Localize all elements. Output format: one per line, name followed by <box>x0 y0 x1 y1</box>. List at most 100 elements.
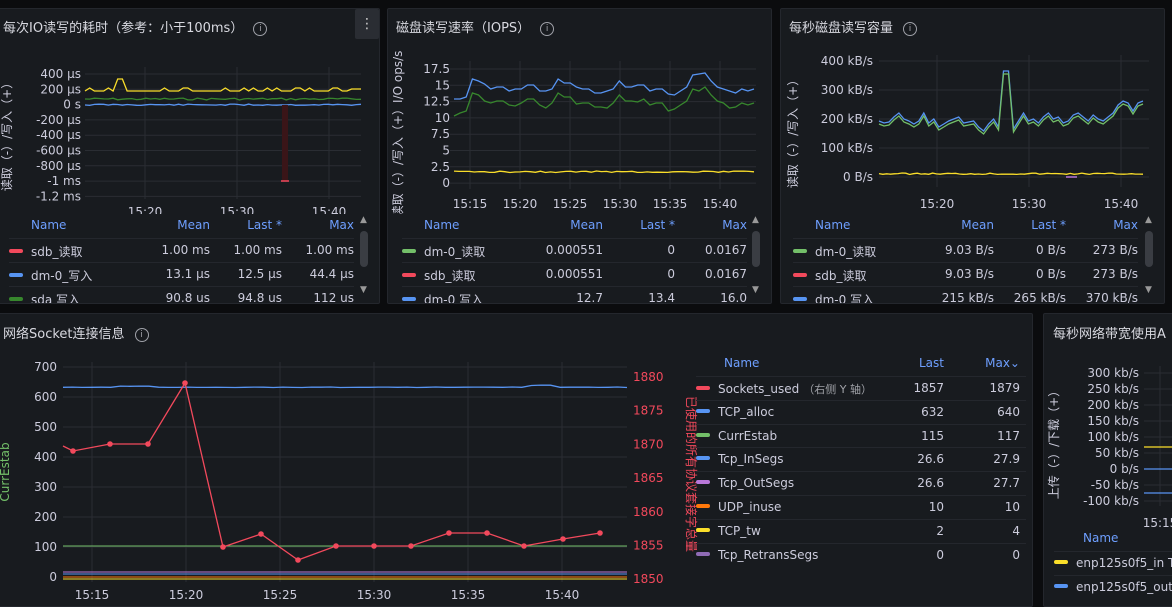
legend-header-mean[interactable]: Mean <box>961 218 994 232</box>
legend-disk-throughput: Name Mean Last * Max dm-0_读取 9.03 B/s 0 B/s 273… <box>793 214 1138 304</box>
legend-name: sdb_读取 <box>793 267 867 284</box>
legend-last: 632 <box>921 404 944 419</box>
scrollbar[interactable] <box>1145 231 1153 267</box>
x-tick-label: 15:40 <box>1104 197 1139 211</box>
legend-header-last[interactable]: Last * <box>640 218 675 232</box>
legend-header-max[interactable]: Max <box>329 218 354 232</box>
scrollbar[interactable] <box>752 231 760 267</box>
legend-row[interactable]: Sockets_used （右侧 Y 轴） 1857 1879 <box>696 376 1026 400</box>
legend-name: dm-0 写入 <box>793 291 874 303</box>
data-point <box>371 543 377 549</box>
data-point <box>597 530 603 536</box>
x-tick-label: 15:30 <box>357 588 392 602</box>
legend-name: dm-0_读取 <box>793 243 876 260</box>
legend-row[interactable]: Tcp_InSegs 26.6 27.9 <box>696 447 1026 471</box>
legend-row[interactable]: Tcp_RetransSegs 0 0 <box>696 542 1026 567</box>
legend-header: Name Mean Last * Max <box>402 214 747 236</box>
y-tick-label: 500 <box>34 420 57 434</box>
legend-header-last[interactable]: Last * <box>247 218 282 232</box>
legend-row[interactable]: CurrEstab 115 117 <box>696 423 1026 448</box>
legend-row[interactable]: sdb_读取 0.000551 0 0.0167 <box>402 261 747 286</box>
legend-row[interactable]: sdb_读取 9.03 B/s 0 B/s 273 B/s <box>793 261 1138 286</box>
scrollbar[interactable] <box>360 231 368 267</box>
y-tick-label: -1.2 ms <box>36 189 81 203</box>
scroll-down-icon[interactable]: ▼ <box>360 285 367 295</box>
legend-max: 640 <box>997 404 1020 419</box>
scroll-down-icon[interactable]: ▼ <box>1145 285 1152 295</box>
legend-row[interactable]: dm-0 写入 215 kB/s 265 kB/s 370 kB/s <box>793 285 1138 304</box>
legend-socket-info: Name Last Max⌄ Sockets_used （右侧 Y 轴） 1857 1879… <box>696 352 1026 606</box>
legend-header-last[interactable]: Last * <box>1031 218 1066 232</box>
legend-last: 0 <box>667 266 675 281</box>
y-tick-label: 100 kb/s <box>1087 430 1139 444</box>
legend-header-max[interactable]: Max <box>722 218 747 232</box>
legend-swatch <box>1054 583 1068 588</box>
legend-header-mean[interactable]: Mean <box>570 218 603 232</box>
x-tick-label: 15:25 <box>263 588 298 602</box>
scroll-up-icon[interactable]: ▲ <box>1145 215 1152 225</box>
legend-header-max[interactable]: Max⌄ <box>985 356 1020 370</box>
y-tick-label: -800 µs <box>36 159 81 173</box>
legend-mean: 1.00 ms <box>161 243 210 257</box>
legend-name: Tcp_OutSegs <box>696 476 794 490</box>
legend-swatch <box>696 480 710 485</box>
legend-header-name[interactable]: Name <box>31 218 66 232</box>
y-tick-label: 200 kb/s <box>1087 398 1139 412</box>
y-tick-label: 100 <box>34 540 57 554</box>
y-tick-label: 300 kB/s <box>821 83 873 97</box>
legend-mean: 215 kB/s <box>941 290 994 304</box>
panel-io-latency: 每次IO读写的耗时（参考：小于100ms） i ⋮ 400 µs 200 µs 0 s… <box>0 8 380 304</box>
legend-last: 26.6 <box>917 476 944 491</box>
x-tick-label: 15:15 <box>453 197 488 211</box>
legend-max: 10 <box>1004 500 1020 514</box>
legend-max: 1879 <box>989 381 1020 395</box>
panel-iops: 磁盘读写速率（IOPS） i 17.5 15 12.5 10 7.5 5 2.5 0 15:15 1… <box>387 8 772 304</box>
x-tick-label: 15:20 <box>128 205 163 214</box>
legend-max: 27.9 <box>993 452 1020 467</box>
x-tick-label: 15:20 <box>503 197 538 211</box>
series-line <box>453 170 755 174</box>
y-tick-label-right: 1860 <box>633 505 664 519</box>
legend-row[interactable]: TCP_alloc 632 640 <box>696 399 1026 424</box>
legend-header-name[interactable]: Name <box>815 218 850 232</box>
x-tick-label: 15:30 <box>220 205 255 214</box>
legend-last: 12.5 µs <box>237 266 282 281</box>
scroll-up-icon[interactable]: ▲ <box>360 215 367 225</box>
legend-row[interactable]: Tcp_OutSegs 26.6 27.7 <box>696 471 1026 495</box>
legend-header-name[interactable]: Name <box>1083 531 1118 545</box>
legend-header-name[interactable]: Name <box>724 356 759 370</box>
data-point <box>182 380 188 386</box>
y-tick-label: 400 <box>34 450 57 464</box>
y-tick-label: 0 <box>49 570 57 584</box>
y-tick-label: 300 kb/s <box>1087 366 1139 380</box>
legend-row[interactable]: dm-0_读取 0.000551 0 0.0167 <box>402 238 747 262</box>
legend-row[interactable]: TCP_tw 2 4 <box>696 518 1026 543</box>
legend-row[interactable]: sdb_读取 1.00 ms 1.00 ms 1.00 ms <box>9 238 354 262</box>
scroll-down-icon[interactable]: ▼ <box>752 285 759 295</box>
legend-last: 13.4 <box>648 290 675 304</box>
y-tick-label: -400 µs <box>36 128 81 142</box>
legend-swatch <box>402 272 416 277</box>
y-axis-label: 读取（-）/写入（+） <box>0 77 14 191</box>
y-tick-label: -600 µs <box>36 144 81 158</box>
legend-header: Name <box>1054 527 1172 549</box>
legend-header-max[interactable]: Max <box>1113 218 1138 232</box>
scroll-up-icon[interactable]: ▲ <box>752 215 759 225</box>
legend-row[interactable]: dm-0 写入 12.7 13.4 16.0 <box>402 285 747 304</box>
legend-row[interactable]: dm-0_写入 13.1 µs 12.5 µs 44.4 µs <box>9 261 354 286</box>
legend-last: 10 <box>928 500 944 514</box>
data-point <box>446 530 452 536</box>
legend-header-last[interactable]: Last <box>919 356 944 370</box>
legend-name: Tcp_InSegs <box>696 452 784 466</box>
legend-header-name[interactable]: Name <box>424 218 459 232</box>
legend-row[interactable]: UDP_inuse 10 10 <box>696 495 1026 519</box>
legend-note: （右侧 Y 轴） <box>803 383 872 396</box>
legend-network-bandwidth: Name enp125s0f5_in T enp125s0f5_out <box>1054 527 1172 606</box>
legend-row[interactable]: dm-0_读取 9.03 B/s 0 B/s 273 B/s <box>793 238 1138 262</box>
legend-row[interactable]: sda 写入 90.8 us 94.8 us 112 us <box>9 285 354 303</box>
legend-row[interactable]: enp125s0f5_out <box>1054 574 1172 599</box>
legend-row[interactable]: enp125s0f5_in T <box>1054 551 1172 575</box>
legend-last: 265 kB/s <box>1013 290 1066 304</box>
legend-header-mean[interactable]: Mean <box>177 218 210 232</box>
chart-iops: 17.5 15 12.5 10 7.5 5 2.5 015:15 15:20 15:25 15:30… <box>391 51 756 214</box>
